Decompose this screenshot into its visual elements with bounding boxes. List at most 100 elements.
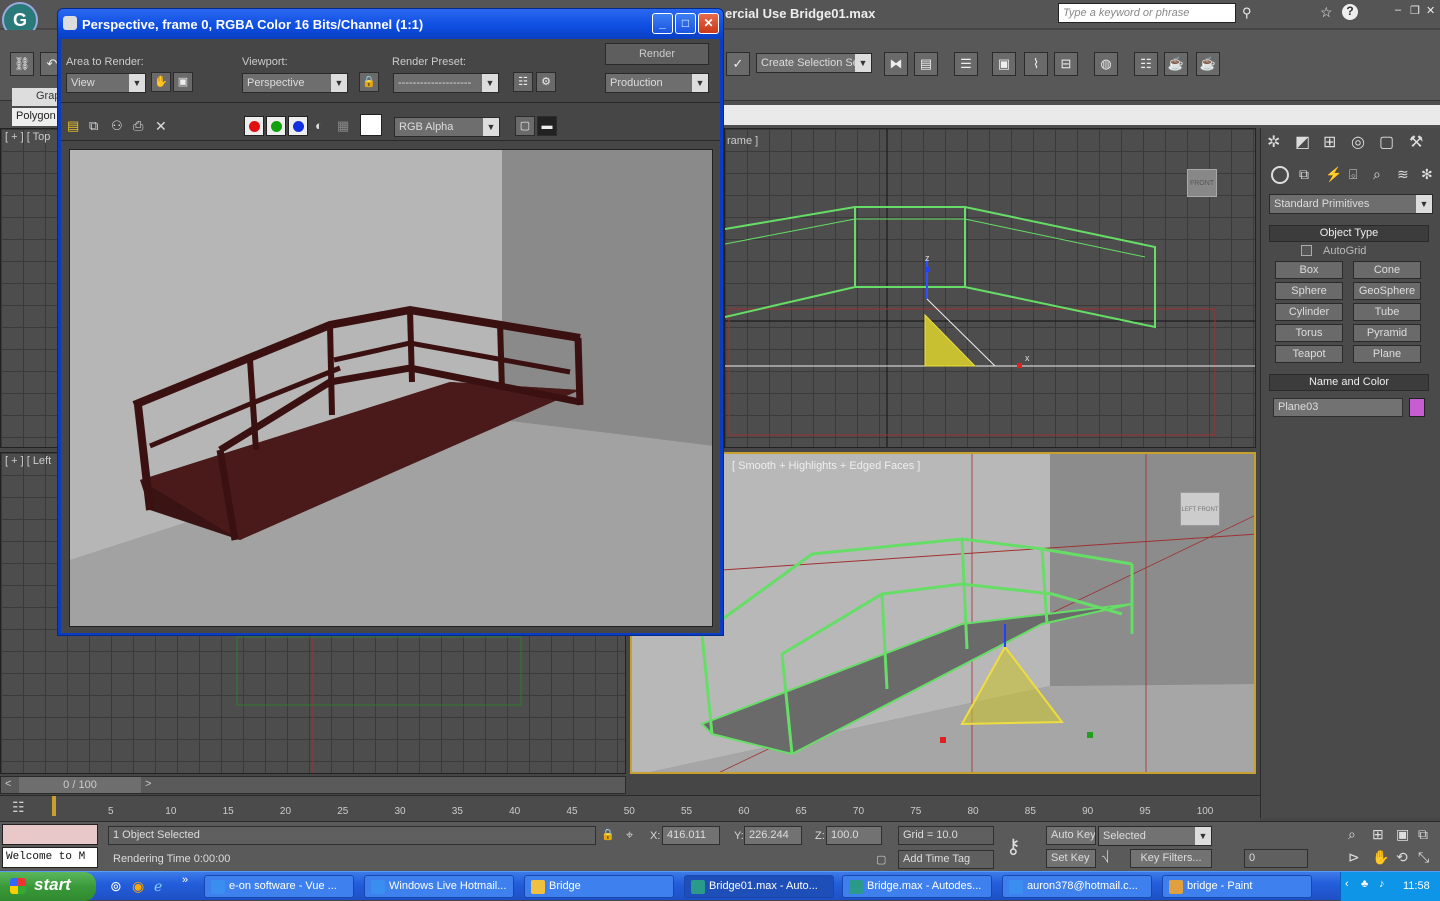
selection-set-dropdown[interactable]: Create Selection Se ▼ [756,53,872,73]
zoom-icon[interactable]: ⌕ [1348,826,1356,843]
viewport-top-label[interactable]: [ + ] [ Top [5,131,50,143]
tray-volume-icon[interactable]: ♪ [1379,878,1385,890]
material-editor-icon[interactable]: ◍ [1094,52,1118,76]
viewcube-perspective[interactable]: LEFT FRONT [1180,492,1220,526]
pan-icon[interactable]: ✋ [1372,849,1389,866]
tray-arrow-icon[interactable]: ‹ [1345,878,1349,890]
z-coordinate[interactable]: 100.0 [826,826,882,845]
autogrid-checkbox[interactable] [1301,245,1312,256]
schematic-icon[interactable]: ⊟ [1054,52,1078,76]
create-geosphere-button[interactable]: GeoSphere [1353,282,1421,300]
viewport-top[interactable]: [ + ] [ Top [0,128,60,448]
layers-icon[interactable]: ☰ [954,52,978,76]
taskbar-item[interactable]: Bridge01.max - Auto... [684,875,834,898]
y-coordinate[interactable]: 226.244 [744,826,802,845]
lights-icon[interactable]: ⚡ [1325,166,1342,183]
track-bar[interactable]: ☷ 5 10 15 20 25 30 35 40 45 50 55 60 65 70 75 80 85 90 95 1… [0,795,1260,821]
auto-region-icon[interactable]: ▣ [173,72,193,92]
clone-window-icon[interactable]: ⚇ [111,118,123,134]
preset-dropdown[interactable]: -------------------- ▼ [393,73,499,93]
time-slider[interactable]: < 0 / 100 > [0,776,626,794]
object-color-swatch[interactable] [1409,398,1425,417]
minimize-button[interactable]: _ [652,13,673,34]
zoom-extents-icon[interactable]: ▣ [1396,826,1409,843]
production-dropdown[interactable]: Production ▼ [605,73,709,93]
render-setup-icon[interactable]: ☷ [1134,52,1158,76]
orbit-icon[interactable]: ⟲ [1396,849,1408,866]
display-tab-icon[interactable]: ▢ [1379,132,1394,152]
viewcube-front[interactable]: FRONT [1187,169,1217,197]
link-icon[interactable]: ⛓ [10,52,34,76]
quicklaunch-ie2-icon[interactable]: ℯ [154,878,162,895]
taskbar-item[interactable]: auron378@hotmail.c... [1002,875,1152,898]
render-setup-small-icon[interactable]: ☷ [513,72,533,92]
copy-image-icon[interactable]: ⧉ [89,118,98,134]
time-tag-icon[interactable]: ▢ [876,853,886,866]
align-icon[interactable]: ▤ [914,52,938,76]
graphite-toggle-icon[interactable]: ▣ [992,52,1016,76]
absolute-mode-icon[interactable]: ⌖ [626,827,633,843]
render-window-title-bar[interactable]: Perspective, frame 0, RGBA Color 16 Bits… [58,9,723,39]
spacewarps-icon[interactable]: ≋ [1397,166,1409,183]
zoom-all-icon[interactable]: ⊞ [1372,826,1384,843]
category-dropdown[interactable]: Standard Primitives ▼ [1269,194,1433,214]
start-button[interactable]: start [0,872,96,901]
current-frame-field[interactable]: 0 [1244,849,1308,868]
viewport-perspective-label[interactable]: [ Smooth + Highlights + Edged Faces ] [732,460,920,472]
close-icon[interactable]: ✕ [1426,4,1435,17]
red-channel-toggle[interactable] [244,116,264,136]
object-name-input[interactable]: Plane03 [1273,398,1403,417]
mono-icon[interactable]: ▦ [337,118,349,134]
hierarchy-tab-icon[interactable]: ⊞ [1323,132,1336,152]
render-production-icon[interactable]: ☕ [1196,52,1220,76]
time-slider-prev-icon[interactable]: < [5,778,11,790]
create-tab-icon[interactable]: ✲ [1267,132,1280,152]
taskbar-item[interactable]: Windows Live Hotmail... [364,875,514,898]
binoculars-icon[interactable]: ⚲ [1242,5,1252,21]
cameras-icon[interactable]: ⌺ [1349,166,1357,183]
close-button[interactable]: ✕ [698,13,719,34]
key-mode-icon[interactable]: ⎷ [1102,851,1109,864]
x-coordinate[interactable]: 416.011 [662,826,720,845]
clear-image-icon[interactable]: ✕ [155,118,167,135]
polygon-tab[interactable]: Polygon [12,108,60,126]
key-filters-button[interactable]: Key Filters... [1130,849,1212,868]
shapes-icon[interactable]: ⧉ [1299,166,1309,183]
taskbar-item[interactable]: Bridge [524,875,674,898]
auto-key-button[interactable]: Auto Key [1046,826,1096,845]
create-pyramid-button[interactable]: Pyramid [1353,324,1421,342]
color-swatch-white[interactable] [360,114,382,136]
alpha-channel-icon[interactable]: ◐ [315,118,323,133]
save-image-icon[interactable]: ▤ [67,118,79,134]
maximize-viewport-icon[interactable]: ⤡ [1418,849,1429,866]
create-torus-button[interactable]: Torus [1275,324,1343,342]
create-tube-button[interactable]: Tube [1353,303,1421,321]
restore-icon[interactable]: ❐ [1410,4,1420,17]
toggle-ui-icon[interactable]: ▬ [537,116,557,136]
utilities-tab-icon[interactable]: ⚒ [1409,132,1423,152]
snap-icon[interactable]: ✓ [726,52,750,76]
set-key-button[interactable]: Set Key [1046,849,1096,868]
add-time-tag[interactable]: Add Time Tag [898,850,994,869]
star-icon[interactable]: ☆ [1320,4,1333,21]
create-box-button[interactable]: Box [1275,261,1343,279]
minimize-icon[interactable]: – [1395,4,1401,16]
render-button[interactable]: Render [605,43,709,65]
create-cone-button[interactable]: Cone [1353,261,1421,279]
edit-region-icon[interactable]: ✋ [151,72,171,92]
modify-tab-icon[interactable]: ◩ [1295,132,1310,152]
taskbar-item[interactable]: Bridge.max - Autodes... [842,875,992,898]
green-channel-toggle[interactable] [266,116,286,136]
maxscript-listener[interactable] [2,824,98,845]
systems-icon[interactable]: ✻ [1421,166,1433,183]
curve-editor-icon[interactable]: ⌇ [1024,52,1048,76]
mirror-icon[interactable]: ⧓ [884,52,908,76]
zoom-extents-all-icon[interactable]: ⧉ [1418,826,1428,843]
maxscript-mini-listener[interactable]: Welcome to M [2,847,98,868]
environment-icon[interactable]: ⚙ [536,72,556,92]
taskbar-item[interactable]: e-on software - Vue ... [204,875,354,898]
set-key-icon[interactable]: ⚷ [1006,834,1021,859]
fov-icon[interactable]: ⊳ [1348,849,1360,866]
geometry-icon[interactable] [1271,166,1289,184]
tray-network-icon[interactable]: ♣ [1361,878,1368,890]
